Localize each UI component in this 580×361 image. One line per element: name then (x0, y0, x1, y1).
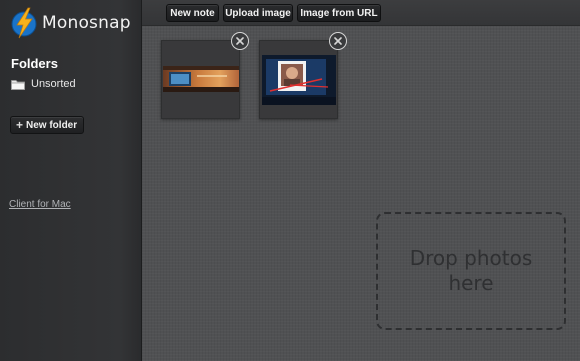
folder-icon (11, 79, 25, 90)
app-logo[interactable]: Monosnap (10, 7, 131, 39)
thumbnail-image (262, 55, 336, 105)
remove-thumbnail-2-button[interactable] (329, 32, 347, 50)
monosnap-logo-icon (11, 7, 37, 39)
folders-heading: Folders (11, 56, 58, 71)
plus-icon: + (16, 118, 24, 132)
photo-drop-zone[interactable]: Drop photos here (376, 212, 566, 330)
image-from-url-button[interactable]: Image from URL (297, 4, 381, 22)
sidebar: Monosnap Folders Unsorted + New folder C… (0, 0, 142, 361)
app-name: Monosnap (42, 13, 131, 33)
upload-image-button[interactable]: Upload image (223, 4, 293, 22)
new-folder-label: New folder (26, 119, 78, 131)
thumbnail-image (163, 66, 239, 92)
screenshot-thumbnail-1[interactable] (161, 40, 240, 119)
remove-thumbnail-1-button[interactable] (231, 32, 249, 50)
close-icon (334, 37, 342, 45)
drop-zone-text: Drop photos here (409, 246, 533, 295)
new-note-button[interactable]: New note (166, 4, 219, 22)
folder-item-unsorted[interactable]: Unsorted (11, 78, 76, 90)
client-for-mac-link[interactable]: Client for Mac (9, 199, 71, 210)
folder-label: Unsorted (31, 78, 76, 90)
toolbar: New note Upload image Image from URL (142, 0, 580, 26)
close-icon (236, 37, 244, 45)
new-folder-button[interactable]: + New folder (10, 116, 85, 134)
screenshot-thumbnail-2[interactable] (259, 40, 338, 119)
